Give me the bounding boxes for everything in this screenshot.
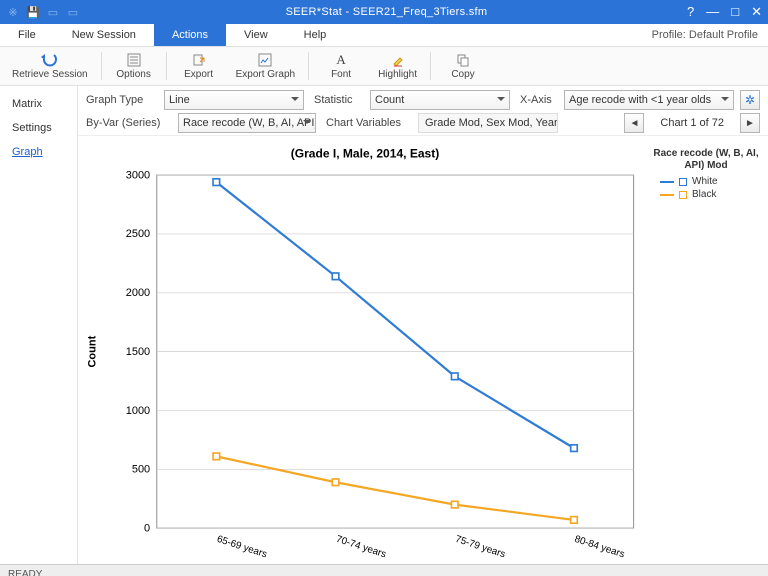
checklist-icon [127, 52, 141, 68]
svg-text:65-69 years: 65-69 years [215, 534, 268, 561]
svg-text:Count: Count [86, 335, 98, 367]
options-button[interactable]: Options [107, 49, 161, 83]
chartvars-label: Chart Variables [326, 117, 412, 129]
menu-file[interactable]: File [0, 24, 54, 46]
graph-type-select[interactable]: Line [164, 90, 304, 110]
chart-nav-text: Chart 1 of 72 [650, 117, 734, 129]
chart-plot: (Grade I, Male, 2014, East) 0 500 1000 1500 2… [80, 142, 650, 576]
font-icon: A [336, 52, 345, 68]
window-title: SEER*Stat - SEER21_Freq_3Tiers.sfm [86, 6, 687, 18]
svg-text:1000: 1000 [126, 405, 150, 417]
svg-text:2000: 2000 [126, 287, 150, 299]
menu-bar: File New Session Actions View Help Profi… [0, 24, 768, 47]
gear-icon[interactable]: ✲ [740, 90, 760, 110]
window-controls: ? — □ ✕ [687, 4, 762, 20]
byvar-select[interactable]: Race recode (W, B, AI, API) Mod [178, 113, 316, 133]
menu-new-session[interactable]: New Session [54, 24, 154, 46]
statistic-label: Statistic [314, 94, 364, 106]
title-bar: ※ 💾 ▭ ▭ SEER*Stat - SEER21_Freq_3Tiers.s… [0, 0, 768, 24]
graph-type-label: Graph Type [86, 94, 158, 106]
folder-icon[interactable]: ▭ [46, 5, 60, 19]
close-icon[interactable]: ✕ [751, 4, 762, 20]
chartvars-value: Grade Mod, Sex Mod, Year of di… [418, 113, 558, 133]
status-text: READY [8, 569, 42, 576]
legend-entry: White [652, 176, 760, 187]
maximize-icon[interactable]: □ [731, 4, 739, 20]
legend-entry: Black [652, 189, 760, 200]
highlight-button[interactable]: Highlight [370, 49, 425, 83]
folder-open-icon[interactable]: ▭ [66, 5, 80, 19]
profile-label: Profile: Default Profile [642, 24, 768, 46]
copy-icon [456, 52, 470, 68]
svg-text:3000: 3000 [126, 169, 150, 181]
system-icons: ※ 💾 ▭ ▭ [6, 5, 80, 19]
svg-text:80-84 years: 80-84 years [573, 534, 626, 561]
svg-text:500: 500 [132, 464, 150, 476]
sidebar-item-graph[interactable]: Graph [0, 140, 77, 164]
svg-text:2500: 2500 [126, 228, 150, 240]
chart-params: Graph Type Line Statistic Count X-Axis A… [78, 86, 768, 136]
svg-text:70-74 years: 70-74 years [335, 534, 388, 561]
chart-next-button[interactable]: ► [740, 113, 760, 133]
chart-prev-button[interactable]: ◄ [624, 113, 644, 133]
font-button[interactable]: A Font [314, 49, 368, 83]
menu-actions[interactable]: Actions [154, 24, 226, 46]
svg-text:(Grade I, Male, 2014, East): (Grade I, Male, 2014, East) [291, 146, 440, 160]
sidebar: Matrix Settings Graph [0, 86, 78, 564]
statistic-select[interactable]: Count [370, 90, 510, 110]
svg-text:75-79 years: 75-79 years [454, 534, 507, 561]
menu-view[interactable]: View [226, 24, 286, 46]
undo-arrow-icon [40, 52, 60, 68]
ribbon-toolbar: Retrieve Session Options Export Export G… [0, 47, 768, 86]
export-chart-icon [258, 52, 272, 68]
export-icon [192, 52, 206, 68]
svg-text:0: 0 [144, 522, 150, 534]
legend-title: Race recode (W, B, AI, API) Mod [652, 148, 760, 172]
highlight-icon [391, 52, 405, 68]
save-icon[interactable]: 💾 [26, 5, 40, 19]
sidebar-item-matrix[interactable]: Matrix [0, 92, 77, 116]
app-icon: ※ [6, 5, 20, 19]
export-button[interactable]: Export [172, 49, 226, 83]
export-graph-button[interactable]: Export Graph [228, 49, 303, 83]
menu-help[interactable]: Help [286, 24, 345, 46]
byvar-label: By-Var (Series) [86, 117, 172, 129]
minimize-icon[interactable]: — [706, 4, 719, 20]
svg-text:1500: 1500 [126, 346, 150, 358]
xaxis-label: X-Axis [520, 94, 558, 106]
help-icon[interactable]: ? [687, 4, 694, 20]
retrieve-session-button[interactable]: Retrieve Session [4, 49, 96, 83]
copy-button[interactable]: Copy [436, 49, 490, 83]
chart-legend: Race recode (W, B, AI, API) Mod White Bla… [650, 142, 762, 576]
sidebar-item-settings[interactable]: Settings [0, 116, 77, 140]
xaxis-select[interactable]: Age recode with <1 year olds [564, 90, 734, 110]
